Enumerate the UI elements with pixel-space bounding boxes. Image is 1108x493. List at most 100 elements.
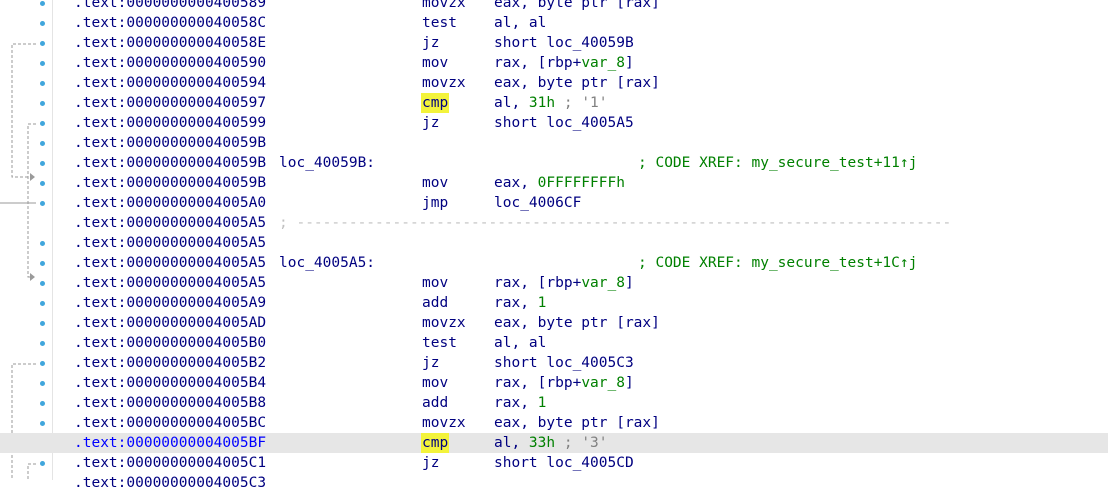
listing-line[interactable]: .text:0000000000400599 jz short loc_4005A5	[0, 113, 1108, 133]
operands[interactable]: rax, [rbp+var_8]	[494, 53, 634, 73]
operands[interactable]: eax, byte ptr [rax]	[494, 313, 660, 333]
line-address[interactable]: .text:00000000004005A5	[74, 213, 266, 233]
line-address[interactable]: .text:000000000040058C	[74, 13, 266, 33]
mnemonic[interactable]: add	[422, 393, 448, 413]
stack-var[interactable]: var_8	[581, 375, 625, 391]
listing-line[interactable]: .text:00000000004005A5 mov rax, [rbp+var_8…	[0, 273, 1108, 293]
mnemonic[interactable]: mov	[422, 173, 448, 193]
operands[interactable]: eax, byte ptr [rax]	[494, 73, 660, 93]
mnemonic[interactable]: jz	[422, 33, 439, 53]
line-address[interactable]: .text:0000000000400590	[74, 53, 266, 73]
xref-comment[interactable]: ; CODE XREF: my_secure_test+1C↑j	[638, 253, 917, 273]
line-address[interactable]: .text:0000000000400589	[74, 0, 266, 13]
mnemonic[interactable]: mov	[422, 273, 448, 293]
listing-line[interactable]: .text:0000000000400594 movzx eax, byte ptr…	[0, 73, 1108, 93]
mnemonic[interactable]: mov	[422, 373, 448, 393]
listing-line[interactable]: .text:0000000000400597 cmp al, 31h ; '1'	[0, 93, 1108, 113]
line-address[interactable]: .text:00000000004005A9	[74, 293, 266, 313]
operands[interactable]: al, 33h ; '3'	[494, 433, 608, 453]
operands[interactable]: eax, 0FFFFFFFFh	[494, 173, 625, 193]
listing-line[interactable]: .text:0000000000400589 movzx eax, byte ptr…	[0, 0, 1108, 13]
mnemonic[interactable]: test	[422, 13, 457, 33]
listing-line[interactable]: .text:00000000004005C1 jz short loc_4005CD	[0, 453, 1108, 473]
line-address[interactable]: .text:00000000004005A0	[74, 193, 266, 213]
mnemonic[interactable]: add	[422, 293, 448, 313]
line-address[interactable]: .text:00000000004005B4	[74, 373, 266, 393]
operands[interactable]: eax, byte ptr [rax]	[494, 413, 660, 433]
operands[interactable]: short loc_4005A5	[494, 113, 634, 133]
mnemonic[interactable]: jz	[422, 113, 439, 133]
line-address[interactable]: .text:00000000004005C1	[74, 453, 266, 473]
line-address[interactable]: .text:000000000040059B	[74, 173, 266, 193]
listing-line[interactable]: .text:000000000040059B loc_40059B: ; CODE …	[0, 153, 1108, 173]
operands[interactable]: al, al	[494, 333, 546, 353]
operands[interactable]: short loc_4005CD	[494, 453, 634, 473]
line-address[interactable]: .text:00000000004005AD	[74, 313, 266, 333]
operands[interactable]: rax, [rbp+var_8]	[494, 373, 634, 393]
mnemonic[interactable]: jz	[422, 453, 439, 473]
code-label[interactable]: loc_40059B:	[279, 153, 375, 173]
listing-line[interactable]: .text:00000000004005A9 add rax, 1	[0, 293, 1108, 313]
operands[interactable]: rax, [rbp+var_8]	[494, 273, 634, 293]
operands[interactable]: eax, byte ptr [rax]	[494, 0, 660, 13]
line-address[interactable]: .text:00000000004005B0	[74, 333, 266, 353]
listing-line[interactable]: .text:00000000004005A5	[0, 233, 1108, 253]
separator-comment: ; --------------------------------------…	[279, 215, 952, 231]
listing-line[interactable]: .text:00000000004005B0 test al, al	[0, 333, 1108, 353]
code-label[interactable]: loc_4005A5:	[279, 253, 375, 273]
line-address[interactable]: .text:00000000004005B8	[74, 393, 266, 413]
listing-line[interactable]: .text:00000000004005B8 add rax, 1	[0, 393, 1108, 413]
listing-line[interactable]: .text:00000000004005B4 mov rax, [rbp+var_8…	[0, 373, 1108, 393]
current-line[interactable]: .text:00000000004005BF cmp al, 33h ; '3'	[0, 433, 1108, 453]
mnemonic[interactable]: mov	[422, 53, 448, 73]
mnemonic[interactable]: cmp	[421, 433, 450, 453]
listing-line[interactable]: .text:00000000004005A5 loc_4005A5: ; CODE …	[0, 253, 1108, 273]
listing-line[interactable]: .text:00000000004005A0 jmp loc_4006CF	[0, 193, 1108, 213]
mnemonic[interactable]: movzx	[422, 73, 466, 93]
stack-var[interactable]: var_8	[581, 55, 625, 71]
operands[interactable]: rax, 1	[494, 393, 546, 413]
line-address[interactable]: .text:00000000004005B2	[74, 353, 266, 373]
listing-line[interactable]: .text:000000000040058E jz short loc_40059B	[0, 33, 1108, 53]
line-address[interactable]: .text:000000000040059B	[74, 133, 266, 153]
listing-line[interactable]: .text:000000000040059B mov eax, 0FFFFFFFFh	[0, 173, 1108, 193]
line-address[interactable]: .text:000000000040058E	[74, 33, 266, 53]
line-address[interactable]: .text:0000000000400597	[74, 93, 266, 113]
operands[interactable]: loc_4006CF	[494, 193, 581, 213]
xref-comment[interactable]: ; CODE XREF: my_secure_test+11↑j	[638, 153, 917, 173]
mnemonic[interactable]: movzx	[422, 313, 466, 333]
operands[interactable]: al, 31h ; '1'	[494, 93, 608, 113]
line-address[interactable]: .text:000000000040059B	[74, 153, 266, 173]
operand-text: short loc_4005C3	[494, 355, 634, 371]
listing-line[interactable]: .text:00000000004005BC movzx eax, byte ptr…	[0, 413, 1108, 433]
line-address[interactable]: .text:00000000004005BF	[74, 433, 266, 453]
mnemonic[interactable]: movzx	[422, 0, 466, 13]
line-address[interactable]: .text:00000000004005BC	[74, 413, 266, 433]
listing-line[interactable]: .text:000000000040059B	[0, 133, 1108, 153]
listing-line[interactable]: .text:000000000040058C test al, al	[0, 13, 1108, 33]
listing-line[interactable]: .text:0000000000400590 mov rax, [rbp+var_8…	[0, 53, 1108, 73]
mnemonic[interactable]: jz	[422, 353, 439, 373]
operands[interactable]: short loc_40059B	[494, 33, 634, 53]
line-address[interactable]: .text:0000000000400594	[74, 73, 266, 93]
mnemonic[interactable]: test	[422, 333, 457, 353]
line-address[interactable]: .text:00000000004005A5	[74, 273, 266, 293]
mnemonic[interactable]: movzx	[422, 413, 466, 433]
operands[interactable]: short loc_4005C3	[494, 353, 634, 373]
mnemonic[interactable]: jmp	[422, 193, 448, 213]
number-literal: 1	[537, 295, 547, 311]
listing-line[interactable]: .text:00000000004005B2 jz short loc_4005C3	[0, 353, 1108, 373]
line-address[interactable]: .text:00000000004005A5	[74, 233, 266, 253]
line-address[interactable]: .text:0000000000400599	[74, 113, 266, 133]
stack-var[interactable]: var_8	[581, 275, 625, 291]
operands[interactable]: rax, 1	[494, 293, 546, 313]
operands[interactable]: al, al	[494, 13, 546, 33]
listing-line[interactable]: .text:00000000004005A5 ; ----------------…	[0, 213, 1108, 233]
operand-text: ]	[624, 375, 634, 391]
line-address[interactable]: .text:00000000004005A5	[74, 253, 266, 273]
disassembly-listing[interactable]: .text:0000000000400589 movzx eax, byte ptr…	[0, 0, 1108, 493]
line-address[interactable]: .text:00000000004005C3	[74, 473, 266, 493]
listing-line[interactable]: .text:00000000004005AD movzx eax, byte ptr…	[0, 313, 1108, 333]
listing-line[interactable]: .text:00000000004005C3	[0, 473, 1108, 493]
mnemonic[interactable]: cmp	[421, 93, 450, 113]
